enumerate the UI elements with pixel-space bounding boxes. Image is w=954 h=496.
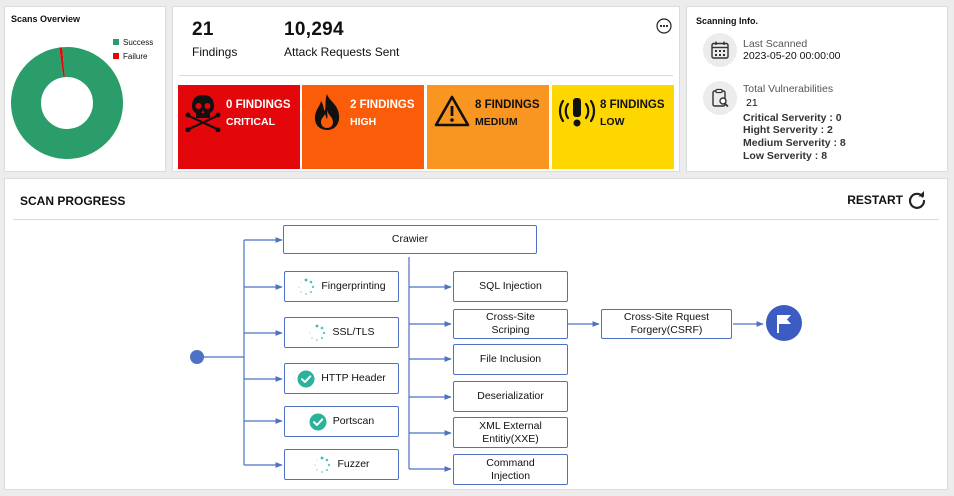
finish-node bbox=[766, 305, 802, 341]
crawler-label: Crawier bbox=[391, 233, 429, 245]
sql-injection-node[interactable]: SQL Injection bbox=[453, 271, 568, 302]
last-scanned-value: 2023-05-20 00:00:00 bbox=[743, 50, 841, 62]
low-count: 8 FINDINGS bbox=[600, 99, 665, 111]
scanning-info-card: Scanning Info. Last Scanned 2023-05-20 0… bbox=[686, 6, 948, 172]
scans-donut-chart bbox=[11, 47, 123, 159]
csrf-label: Cross-Site Rquest Forgery(CSRF) bbox=[623, 311, 710, 336]
findings-label: Findings bbox=[192, 45, 238, 59]
alarm-icon bbox=[558, 98, 596, 127]
severity-critical-tile[interactable]: 0 FINDINGS CRITICAL bbox=[178, 85, 300, 169]
scanning-info-title: Scanning Info. bbox=[696, 16, 758, 26]
loading-spinner-icon bbox=[314, 456, 331, 473]
severity-high-tile[interactable]: 2 FINDINGS HIGH bbox=[302, 85, 424, 169]
fuzzer-node[interactable]: Fuzzer bbox=[284, 449, 399, 480]
fingerprinting-label: Fingerprinting bbox=[321, 280, 386, 292]
findings-count: 21 bbox=[192, 19, 214, 40]
file-inclusion-label: File Inclusion bbox=[479, 353, 542, 365]
high-severity-line: Hight Serverity : 2 bbox=[743, 124, 833, 136]
low-severity-line: Low Serverity : 8 bbox=[743, 150, 828, 162]
portscan-node[interactable]: Portscan bbox=[284, 406, 399, 437]
crawler-node[interactable]: Crawier bbox=[283, 225, 537, 254]
more-options-icon[interactable] bbox=[656, 18, 672, 34]
xss-label: Cross-Site Scriping bbox=[485, 311, 535, 336]
total-vulnerabilities-value: 21 bbox=[746, 97, 758, 109]
total-vulnerabilities-label: Total Vulnerabilities bbox=[743, 83, 834, 95]
command-injection-label: Command Injection bbox=[486, 456, 535, 482]
donut-slice-success bbox=[11, 47, 123, 159]
requests-label: Attack Requests Sent bbox=[284, 45, 400, 59]
calendar-icon bbox=[711, 41, 729, 59]
critical-label: CRITICAL bbox=[226, 116, 275, 128]
sql-injection-label: SQL Injection bbox=[479, 280, 542, 292]
portscan-label: Portscan bbox=[332, 415, 375, 427]
total-vulnerabilities: Total Vulnerabilities 21 bbox=[743, 83, 833, 109]
severity-medium-tile[interactable]: 8 FINDINGS MEDIUM bbox=[427, 85, 549, 169]
xxe-node[interactable]: XML External Entitiy(XXE) bbox=[453, 417, 568, 448]
medium-label: MEDIUM bbox=[475, 116, 518, 128]
scans-overview-card: Scans Overview Success Failure bbox=[4, 6, 166, 172]
skull-crossbones-icon bbox=[185, 95, 221, 132]
deserialization-label: Deserializatior bbox=[477, 390, 544, 402]
critical-count: 0 FINDINGS bbox=[226, 99, 291, 111]
success-swatch bbox=[113, 39, 119, 45]
requests-stat: 10,294 Attack Requests Sent bbox=[284, 19, 399, 59]
check-circle-icon bbox=[297, 370, 315, 387]
clipboard-search-icon bbox=[712, 88, 729, 108]
check-circle-icon bbox=[309, 413, 327, 430]
xxe-label: XML External Entitiy(XXE) bbox=[479, 419, 542, 445]
legend-label-failure: Failure bbox=[123, 51, 148, 61]
scans-overview-title: Scans Overview bbox=[11, 14, 81, 24]
warning-triangle-icon bbox=[434, 95, 470, 127]
fire-icon bbox=[314, 94, 340, 130]
failure-swatch bbox=[113, 53, 119, 59]
http-header-label: HTTP Header bbox=[321, 372, 386, 384]
last-scanned: Last Scanned 2023-05-20 00:00:00 bbox=[743, 38, 841, 62]
high-label: HIGH bbox=[350, 116, 377, 128]
fingerprinting-node[interactable]: Fingerprinting bbox=[284, 271, 399, 302]
divider bbox=[179, 75, 673, 76]
low-label: LOW bbox=[600, 116, 625, 128]
clipboard-badge bbox=[703, 81, 737, 115]
http-header-node[interactable]: HTTP Header bbox=[284, 363, 399, 394]
high-count: 2 FINDINGS bbox=[350, 99, 415, 111]
loading-spinner-icon bbox=[298, 278, 315, 295]
ssl-tls-node[interactable]: SSL/TLS bbox=[284, 317, 399, 348]
findings-stat: 21 Findings bbox=[192, 19, 237, 59]
command-injection-node[interactable]: Command Injection bbox=[453, 454, 568, 485]
requests-count: 10,294 bbox=[284, 19, 344, 40]
legend-label-success: Success bbox=[123, 37, 154, 47]
calendar-badge bbox=[703, 33, 737, 67]
fuzzer-label: Fuzzer bbox=[337, 458, 370, 470]
findings-summary-card: 21 Findings 10,294 Attack Requests Sent … bbox=[172, 6, 680, 172]
severity-low-tile[interactable]: 8 FINDINGS LOW bbox=[552, 85, 674, 169]
chart-legend: Success Failure bbox=[113, 35, 153, 63]
xss-node[interactable]: Cross-Site Scriping bbox=[453, 309, 568, 339]
file-inclusion-node[interactable]: File Inclusion bbox=[453, 344, 568, 375]
legend-item-success: Success bbox=[113, 35, 153, 49]
medium-severity-line: Medium Serverity : 8 bbox=[743, 137, 846, 149]
legend-item-failure: Failure bbox=[113, 49, 153, 63]
loading-spinner-icon bbox=[309, 324, 326, 341]
ssl-tls-label: SSL/TLS bbox=[332, 326, 375, 338]
last-scanned-label: Last Scanned bbox=[743, 38, 808, 50]
scan-progress-card: SCAN PROGRESS RESTART Crawier Fingerprin… bbox=[4, 178, 948, 490]
critical-severity-line: Critical Serverity : 0 bbox=[743, 112, 842, 124]
start-node bbox=[190, 350, 204, 364]
medium-count: 8 FINDINGS bbox=[475, 99, 540, 111]
csrf-node[interactable]: Cross-Site Rquest Forgery(CSRF) bbox=[601, 309, 732, 339]
deserialization-node[interactable]: Deserializatior bbox=[453, 381, 568, 412]
